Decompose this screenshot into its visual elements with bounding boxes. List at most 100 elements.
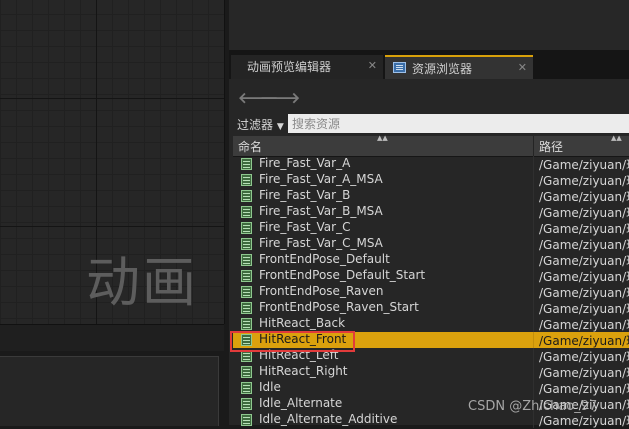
tab-label: 动画预览编辑器 — [247, 60, 332, 74]
column-divider — [533, 412, 534, 428]
column-header-row: 命名 ▲▲ 路径 ▲▲ — [233, 134, 629, 157]
column-divider — [533, 380, 534, 396]
right-top-panel — [229, 0, 629, 50]
left-lower-panel — [0, 356, 219, 426]
asset-path: /Game/ziyuan/玩 — [539, 254, 629, 268]
asset-name: FrontEndPose_Raven_Start — [259, 300, 419, 314]
chevron-down-icon: ▼ — [276, 122, 284, 132]
list-item[interactable]: Fire_Fast_Var_A/Game/ziyuan/玩 — [233, 156, 629, 172]
column-divider — [533, 188, 534, 204]
asset-path: /Game/ziyuan/玩 — [539, 318, 629, 332]
animation-sequence-icon — [241, 190, 252, 202]
asset-name: HitReact_Back — [259, 316, 346, 330]
left-toolbar — [0, 324, 224, 351]
list-item[interactable]: Fire_Fast_Var_B/Game/ziyuan/玩 — [233, 188, 629, 204]
list-item[interactable]: HitReact_Back/Game/ziyuan/玩 — [233, 316, 629, 332]
asset-name: Fire_Fast_Var_C_MSA — [259, 236, 383, 250]
asset-name: FrontEndPose_Default — [259, 252, 390, 266]
sort-icon: ▲▲ — [377, 134, 388, 142]
asset-path: /Game/ziyuan/玩 — [539, 302, 629, 316]
column-divider — [533, 220, 534, 236]
highlight-box — [230, 331, 355, 352]
asset-path: /Game/ziyuan/玩 — [539, 366, 629, 380]
animation-sequence-icon — [241, 286, 252, 298]
column-divider — [533, 284, 534, 300]
animation-sequence-icon — [241, 318, 252, 330]
asset-name: Idle_Alternate — [259, 396, 343, 410]
column-divider — [533, 268, 534, 284]
asset-path: /Game/ziyuan/玩 — [539, 158, 629, 172]
animation-sequence-icon — [241, 238, 252, 250]
watermark: CSDN @Zhichao_97 — [468, 399, 598, 414]
close-icon[interactable]: ✕ — [368, 59, 377, 72]
asset-path: /Game/ziyuan/玩 — [539, 334, 629, 348]
asset-path: /Game/ziyuan/玩 — [539, 222, 629, 236]
asset-name: Fire_Fast_Var_B_MSA — [259, 204, 383, 218]
animation-sequence-icon — [241, 254, 252, 266]
column-divider — [533, 316, 534, 332]
list-item[interactable]: HitReact_Right/Game/ziyuan/玩 — [233, 364, 629, 380]
list-item[interactable]: FrontEndPose_Raven_Start/Game/ziyuan/玩 — [233, 300, 629, 316]
content-browser: 🡐 🡒 过滤器 ▼ 命名 ▲▲ 路径 ▲▲ Fire_Fast_Var_A/Ga… — [229, 79, 629, 428]
animation-sequence-icon — [241, 366, 252, 378]
list-item[interactable]: Fire_Fast_Var_A_MSA/Game/ziyuan/玩 — [233, 172, 629, 188]
asset-name: FrontEndPose_Raven — [259, 284, 384, 298]
list-item[interactable]: Fire_Fast_Var_C/Game/ziyuan/玩 — [233, 220, 629, 236]
asset-name: Fire_Fast_Var_A — [259, 156, 351, 170]
tab-content-browser[interactable]: 资源浏览器 ✕ — [385, 55, 533, 79]
asset-name: HitReact_Right — [259, 364, 348, 378]
list-item[interactable]: Fire_Fast_Var_B_MSA/Game/ziyuan/玩 — [233, 204, 629, 220]
animation-sequence-icon — [241, 398, 252, 410]
column-divider — [533, 252, 534, 268]
filter-button[interactable]: 过滤器 ▼ — [237, 116, 284, 133]
close-icon[interactable]: ✕ — [518, 61, 527, 74]
column-divider — [533, 156, 534, 172]
asset-name: Fire_Fast_Var_B — [259, 188, 351, 202]
list-item[interactable]: FrontEndPose_Default_Start/Game/ziyuan/玩 — [233, 268, 629, 284]
animation-viewport[interactable]: 动画 — [0, 0, 225, 324]
column-header-name[interactable]: 命名 — [238, 138, 262, 155]
tab-bar: 动画预览编辑器 ✕ 资源浏览器 ✕ — [229, 50, 629, 79]
animation-sequence-icon — [241, 222, 252, 234]
content-browser-icon — [393, 62, 406, 73]
asset-name: FrontEndPose_Default_Start — [259, 268, 426, 282]
list-item[interactable]: FrontEndPose_Raven/Game/ziyuan/玩 — [233, 284, 629, 300]
animation-sequence-icon — [241, 382, 252, 394]
sort-icon: ▲▲ — [611, 134, 622, 142]
asset-path: /Game/ziyuan/玩 — [539, 270, 629, 284]
column-divider[interactable] — [533, 136, 534, 156]
column-divider — [533, 300, 534, 316]
asset-name: Fire_Fast_Var_A_MSA — [259, 172, 383, 186]
tab-anim-preview-editor[interactable]: 动画预览编辑器 ✕ — [231, 55, 383, 79]
tab-label: 资源浏览器 — [412, 62, 473, 76]
asset-name: Idle_Alternate_Additive — [259, 412, 398, 426]
column-divider — [533, 204, 534, 220]
asset-path: /Game/ziyuan/玩 — [539, 350, 629, 364]
list-item[interactable]: Idle_Alternate_Additive/Game/ziyuan/玩 — [233, 412, 629, 428]
animation-sequence-icon — [241, 270, 252, 282]
asset-path: /Game/ziyuan/玩 — [539, 206, 629, 220]
asset-path: /Game/ziyuan/玩 — [539, 414, 629, 428]
asset-name: Idle — [259, 380, 281, 394]
search-input[interactable] — [288, 114, 629, 133]
animation-sequence-icon — [241, 414, 252, 426]
asset-path: /Game/ziyuan/玩 — [539, 286, 629, 300]
animation-sequence-icon — [241, 158, 252, 170]
column-divider — [533, 236, 534, 252]
animation-sequence-icon — [241, 302, 252, 314]
column-divider — [533, 364, 534, 380]
arrow-right-icon[interactable]: 🡒 — [260, 88, 300, 107]
asset-list: Fire_Fast_Var_A/Game/ziyuan/玩 Fire_Fast_V… — [233, 156, 629, 428]
animation-sequence-icon — [241, 174, 252, 186]
viewport-label: 动画 — [86, 251, 198, 314]
column-header-path[interactable]: 路径 — [539, 138, 563, 155]
column-divider — [533, 172, 534, 188]
list-item[interactable]: FrontEndPose_Default/Game/ziyuan/玩 — [233, 252, 629, 268]
animation-sequence-icon — [241, 206, 252, 218]
column-divider — [533, 348, 534, 364]
list-item[interactable]: Idle/Game/ziyuan/玩 — [233, 380, 629, 396]
list-item[interactable]: Fire_Fast_Var_C_MSA/Game/ziyuan/玩 — [233, 236, 629, 252]
asset-path: /Game/ziyuan/玩 — [539, 238, 629, 252]
filter-row: 过滤器 ▼ — [229, 114, 629, 134]
asset-path: /Game/ziyuan/玩 — [539, 382, 629, 396]
